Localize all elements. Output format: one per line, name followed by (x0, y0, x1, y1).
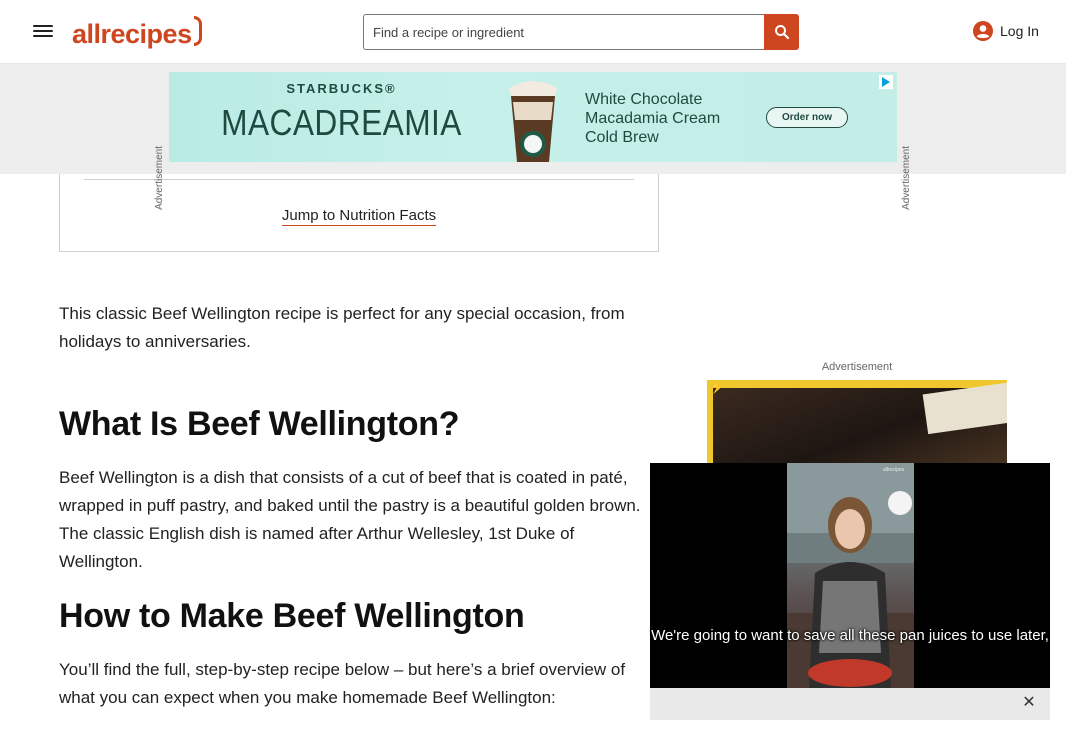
search-bar (363, 14, 799, 50)
right-ad-label: Advertisement (821, 361, 893, 373)
video-watermark: allrecipes (883, 467, 905, 473)
search-button[interactable] (764, 14, 799, 50)
ad-side-label-left: Advertisement (154, 146, 165, 210)
intro-paragraph: This classic Beef Wellington recipe is p… (59, 304, 625, 351)
floating-video-player[interactable]: allrecipes We're going to want to save a… (650, 463, 1050, 720)
adchoices-icon[interactable] (879, 75, 893, 89)
search-input[interactable] (363, 14, 764, 50)
heading-how-to: How to Make Beef Wellington (59, 597, 525, 635)
ad-side-label-right: Advertisement (901, 146, 912, 210)
top-ad-banner[interactable]: STARBUCKS® MACADREAMIA White Chocolate M… (169, 72, 897, 162)
jump-to-nutrition-link-wrap: Jump to Nutrition Facts (60, 207, 658, 226)
hamburger-menu-icon[interactable] (31, 22, 55, 42)
video-caption: We're going to want to save all these pa… (651, 627, 1049, 644)
coffee-cup-icon (509, 81, 557, 162)
top-ad-region: Advertisement STARBUCKS® MACADREAMIA Whi… (0, 64, 1066, 210)
ad-brand: STARBUCKS® (286, 81, 397, 96)
how-to-paragraph: You’ll find the full, step-by-step recip… (59, 660, 626, 707)
account-icon (973, 21, 993, 41)
video-still (787, 463, 914, 688)
right-ad[interactable]: ⚡ (707, 380, 1007, 470)
logo-text: allrecipes (72, 19, 192, 49)
site-header: allrecipes Log In (0, 0, 1066, 64)
login-button[interactable]: Log In (972, 20, 1039, 42)
ad-order-button[interactable]: Order now (766, 107, 848, 128)
jump-to-nutrition-link[interactable]: Jump to Nutrition Facts (281, 207, 437, 226)
close-icon[interactable]: ✕ (1020, 694, 1038, 712)
search-icon (774, 25, 789, 40)
heading-what-is: What Is Beef Wellington? (59, 405, 460, 443)
video-control-bar: ✕ (650, 688, 1050, 720)
video-frame[interactable]: allrecipes (787, 463, 914, 688)
logo-swoosh-icon (193, 16, 202, 46)
ad-headline: White Chocolate Macadamia Cream Cold Bre… (585, 91, 721, 146)
card-divider (84, 179, 634, 180)
ad-product-name: MACADREAMIA (221, 102, 462, 143)
what-is-paragraph: Beef Wellington is a dish that consists … (59, 468, 641, 571)
lightning-icon: ⚡ (710, 380, 725, 394)
site-logo[interactable]: allrecipes (72, 14, 202, 50)
login-label: Log In (1000, 23, 1039, 39)
